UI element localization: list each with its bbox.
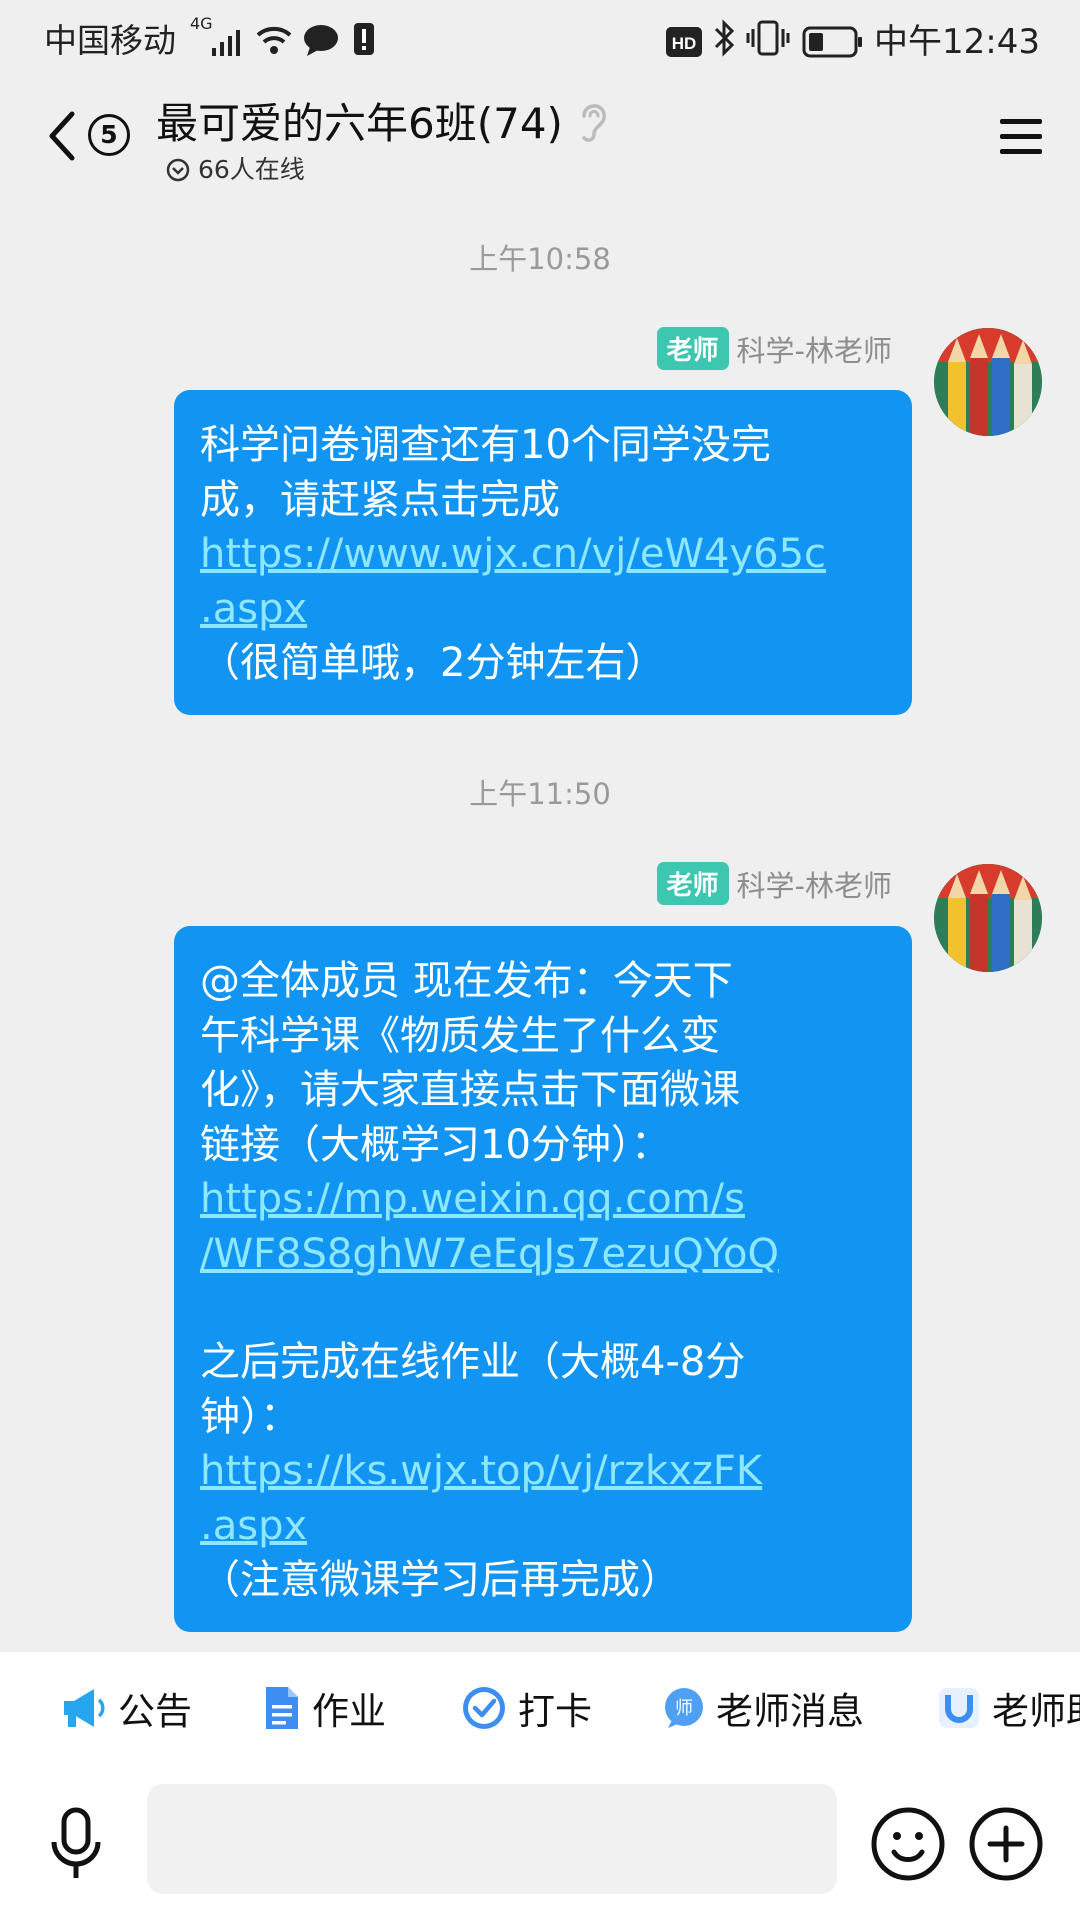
ear-icon[interactable] [576,98,610,144]
message-text-line: 链接（大概学习10分钟）： [200,1121,671,1168]
toolbar-item-label: 老师消息 [716,1690,864,1733]
role-badge: 老师 [656,327,729,370]
message-text-line: 午科学课《物质发生了什么变 [200,1012,720,1059]
vibrate-icon [746,20,790,56]
quick-toolbar: 公告 作业 打卡 师 老师消息 老师助 [0,1652,1080,1764]
message-text-line: 之后完成在线作业（大概4-8分 [200,1339,746,1385]
message-text-line: 科学问卷调查还有10个同学没完 [200,422,771,468]
toolbar-item-label: 公告 [118,1690,192,1733]
clock-label: 中午12:43 [874,22,1040,62]
toolbar-item-label: 作业 [312,1690,386,1733]
message-bubble[interactable]: 科学问卷调查还有10个同学没完 成，请赶紧点击完成 https://www.wjx.… [174,390,912,715]
unread-count-badge[interactable]: 5 [88,114,130,156]
toolbar-item-label: 老师助 [992,1690,1080,1733]
message-input[interactable] [147,1784,837,1894]
toolbar-item-teacher-messages[interactable]: 师 老师消息 [662,1680,864,1736]
magnet-icon [939,1688,979,1728]
toolbar-item-announcement[interactable]: 公告 [60,1680,192,1736]
signal-icon [212,30,240,56]
pencil-avatar-image [934,328,1042,436]
message-text-line: 化》，请大家直接点击下面微课 [200,1067,740,1113]
chat-header: 5 最可爱的六年6班(74) 66人在线 [0,76,1080,200]
pencil-avatar-image [934,864,1042,972]
sender-info: 老师 科学-林老师 [656,862,892,905]
back-arrow-icon[interactable] [40,106,86,166]
avatar[interactable] [934,864,1042,972]
message-timestamp: 上午10:58 [469,242,611,276]
message-link[interactable]: https://mp.weixin.qq.com/s [200,1172,886,1227]
message-link[interactable]: .aspx [200,1499,886,1554]
message-text-line: @全体成员 现在发布：今天下 [200,958,733,1004]
sender-info: 老师 科学-林老师 [656,327,892,370]
group-title[interactable]: 最可爱的六年6班(74) [156,90,563,151]
battery-icon [802,26,862,58]
message-notification-icon [304,25,338,56]
hd-label: HD [672,34,697,53]
toolbar-item-label: 打卡 [518,1690,592,1733]
status-bar: 中国移动 4G HD 中午12:43 [0,0,1080,76]
toolbar-item-homework[interactable]: 作业 [262,1680,386,1736]
wifi-icon [256,26,292,54]
message-text-line [200,1281,886,1335]
alert-icon [354,23,374,55]
online-count[interactable]: 66人在线 [198,150,305,186]
chevron-circle-icon [166,158,190,182]
document-icon [266,1687,298,1729]
megaphone-icon [64,1689,105,1727]
carrier-label: 中国移动 [44,21,176,60]
bluetooth-icon [714,19,735,57]
teacher-message-icon: 师 [665,1688,703,1728]
message-bubble[interactable]: @全体成员 现在发布：今天下 午科学课《物质发生了什么变 化》，请大家直接点击下面微… [174,926,912,1632]
sender-name: 科学-林老师 [736,868,892,903]
sender-name: 科学-林老师 [736,333,892,368]
avatar[interactable] [934,328,1042,436]
toolbar-item-teacher-assistant[interactable]: 老师助 [936,1680,1080,1736]
message-text-line: 成，请赶紧点击完成 [200,476,560,523]
microphone-icon[interactable] [44,1806,108,1882]
toolbar-item-checkin[interactable]: 打卡 [460,1680,592,1736]
emoji-icon[interactable] [870,1806,946,1882]
message-text-line: （注意微课学习后再完成） [200,1557,680,1603]
message-link[interactable]: https://ks.wjx.top/vj/rzkxzFK [200,1444,886,1499]
message-link[interactable]: .aspx [200,582,886,637]
message-link[interactable]: /WF8S8ghW7eEqJs7ezuQYoQ [200,1227,886,1282]
hd-icon: HD [666,27,702,57]
input-bar [0,1764,1080,1920]
role-badge: 老师 [656,862,729,905]
svg-text:师: 师 [675,1698,693,1719]
message-link[interactable]: https://www.wjx.cn/vj/eW4y65c [200,527,886,582]
check-circle-icon [463,1687,505,1729]
menu-icon[interactable] [998,116,1044,158]
message-text-line: （很简单哦，2分钟左右） [200,640,666,686]
message-timestamp: 上午11:50 [469,777,611,811]
message-text-line: 钟）： [200,1393,300,1440]
plus-icon[interactable] [968,1806,1044,1882]
